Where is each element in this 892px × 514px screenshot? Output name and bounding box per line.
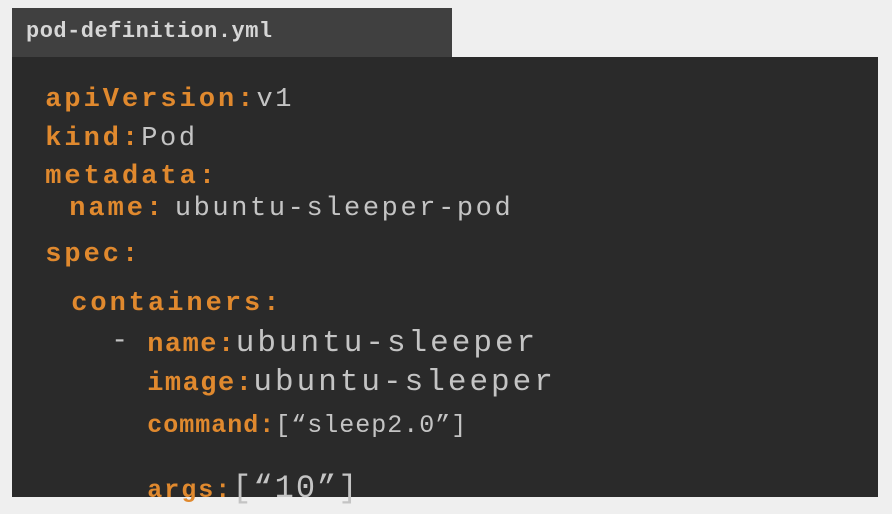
yaml-value: ubuntu-sleeper — [253, 365, 556, 400]
yaml-value: [“sleep2.0”] — [275, 411, 468, 440]
yaml-value: ubuntu-sleeper-pod — [174, 194, 514, 224]
line-kind: kind:Pod — [26, 110, 198, 153]
line-container-dash: - — [92, 312, 128, 356]
yaml-key: name: — [69, 194, 166, 224]
file-tab[interactable]: pod-definition.yml — [12, 8, 452, 57]
yaml-key: image: — [147, 369, 254, 399]
line-image: image:ubuntu-sleeper — [128, 351, 556, 398]
yaml-value: [“10”] — [232, 470, 360, 507]
yaml-key: args: — [147, 476, 233, 505]
line-command: command:[“sleep2.0”] — [128, 397, 467, 438]
line-metadata-name: name: ubuntu-sleeper-pod — [50, 180, 513, 223]
yaml-value: v1 — [256, 85, 295, 115]
yaml-key: command: — [147, 411, 276, 440]
line-apiversion: apiVersion:v1 — [26, 71, 294, 114]
yaml-key: spec: — [45, 240, 142, 270]
file-name: pod-definition.yml — [26, 19, 273, 44]
list-dash: - — [111, 326, 129, 357]
line-args: args:[“10”] — [128, 457, 359, 505]
line-spec: spec: — [26, 226, 141, 269]
